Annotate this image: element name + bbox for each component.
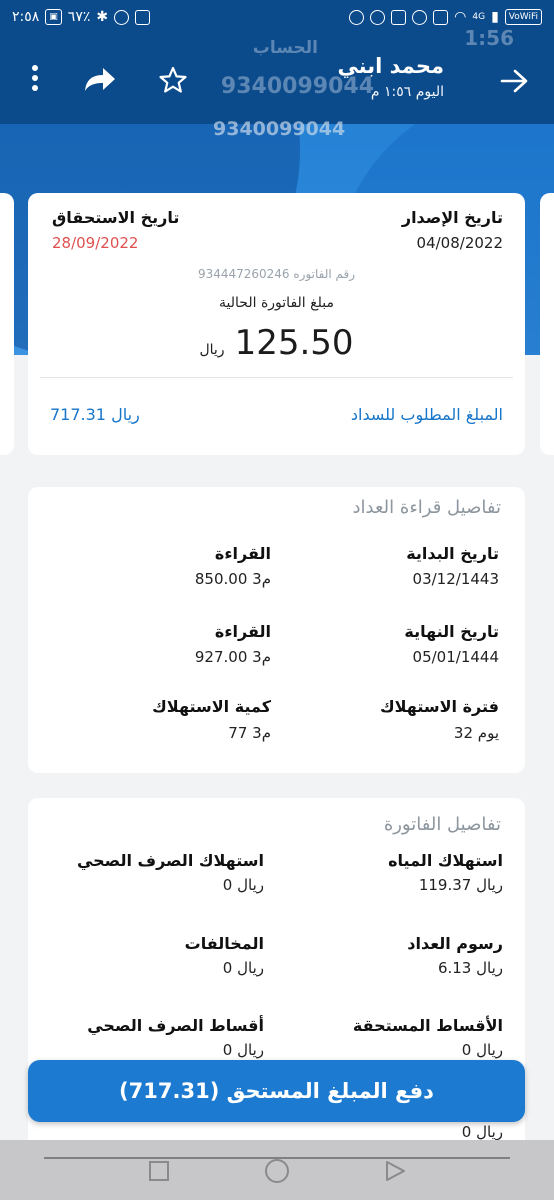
sewage-label: استهلاك الصرف الصحي: [76, 851, 264, 870]
quantity-label: كمية الاستهلاك: [152, 697, 271, 716]
start-reading-label: القراءة: [214, 544, 271, 563]
start-date-label: تاريخ البداية: [406, 544, 499, 563]
end-date-label: تاريخ النهاية: [404, 622, 499, 641]
back-icon[interactable]: [384, 1160, 408, 1184]
recents-icon[interactable]: [148, 1160, 172, 1184]
bluetooth-icon: ✱: [96, 9, 109, 25]
period-label: فترة الاستهلاك: [379, 697, 499, 716]
section-title: تفاصيل قراءة العداد: [352, 497, 501, 518]
back-arrow-icon[interactable]: [496, 64, 532, 98]
section-title: تفاصيل الفاتورة: [383, 814, 501, 835]
end-date: 05/01/1444: [412, 648, 499, 666]
current-amount: 125.50: [234, 323, 354, 363]
issue-date-label: تاريخ الإصدار: [401, 208, 503, 227]
current-amount-row: ريال 125.50: [28, 323, 525, 363]
vowifi-badge: VoWiFi: [504, 9, 542, 25]
due-date: 28/09/2022: [52, 234, 139, 252]
quantity: 77 م3: [228, 724, 271, 742]
violations-value: 0 ريال: [222, 959, 264, 977]
installments-label: الأقساط المستحقة: [352, 1016, 503, 1035]
bill-summary-card: تاريخ الإصدار 04/08/2022 تاريخ الاستحقاق…: [28, 193, 525, 455]
contact-name: محمد ابني: [337, 54, 444, 78]
meter-fee-label: رسوم العداد: [407, 934, 503, 953]
star-icon[interactable]: [155, 62, 191, 98]
signal-icon: ▮: [491, 9, 499, 25]
required-amount-label: المبلغ المطلوب للسداد: [350, 405, 503, 424]
water-value: 119.37 ريال: [418, 876, 503, 894]
last-seen: اليوم ١:٥٦ م: [370, 84, 444, 100]
chrome-icon: [349, 9, 365, 25]
installments-value: 0 ريال: [461, 1041, 503, 1059]
navigation-bar: [0, 1140, 554, 1200]
previous-bill-card[interactable]: [0, 193, 14, 455]
sewage-installments-value: 0 ريال: [222, 1041, 264, 1059]
status-bar: ٢:٥٨ ▣ ٦٧٪ ✱ ◠ 4G ▮ VoWiFi: [0, 0, 554, 34]
extra-value: 0 ريال: [461, 1123, 503, 1141]
network-type: 4G: [472, 12, 486, 22]
meter-reading-card: تفاصيل قراءة العداد تاريخ البداية 03/12/…: [28, 487, 525, 773]
currency-label: ريال: [199, 342, 225, 358]
wifi-icon: ◠: [454, 9, 467, 25]
end-reading: 927.00 م3: [194, 648, 271, 666]
chrome-icon: [370, 9, 386, 25]
forward-icon[interactable]: [80, 62, 120, 96]
battery-level: ٦٧٪: [67, 9, 91, 25]
location-app-icon: [412, 9, 428, 25]
current-amount-label: مبلغ الفاتورة الحالية: [219, 295, 334, 311]
chat-header: محمد ابني اليوم ١:٥٦ م: [0, 40, 554, 120]
next-bill-card[interactable]: [540, 193, 554, 455]
sewage-installments-label: أقساط الصرف الصحي: [87, 1016, 264, 1035]
meter-fee-value: 6.13 ريال: [437, 959, 503, 977]
due-date-label: تاريخ الاستحقاق: [52, 208, 180, 227]
water-label: استهلاك المياه: [388, 851, 503, 870]
required-amount: 717.31 ريال: [50, 405, 140, 424]
invoice-number: رقم الفاتوره 934447260246: [197, 267, 356, 281]
pay-amount-button[interactable]: دفع المبلغ المستحق (717.31): [28, 1060, 525, 1122]
start-date: 03/12/1443: [412, 570, 499, 588]
nfc-icon: [114, 9, 130, 25]
period: 32 يوم: [453, 724, 499, 742]
instagram-icon: [391, 9, 407, 25]
issue-date: 04/08/2022: [416, 234, 503, 252]
background-account-number: 9340099044: [213, 118, 346, 140]
contact-info[interactable]: محمد ابني اليوم ١:٥٦ م: [337, 54, 444, 100]
home-icon[interactable]: [264, 1158, 290, 1184]
sewage-value: 0 ريال: [222, 876, 264, 894]
end-reading-label: القراءة: [214, 622, 271, 641]
screenshot-icon: ▣: [45, 9, 62, 25]
clock: ٢:٥٨: [12, 9, 40, 25]
violations-label: المخالفات: [184, 934, 264, 953]
divider: [40, 377, 513, 378]
more-vert-icon[interactable]: [20, 58, 50, 98]
play-icon: [433, 9, 449, 25]
start-reading: 850.00 م3: [194, 570, 271, 588]
n-icon: [135, 9, 151, 25]
